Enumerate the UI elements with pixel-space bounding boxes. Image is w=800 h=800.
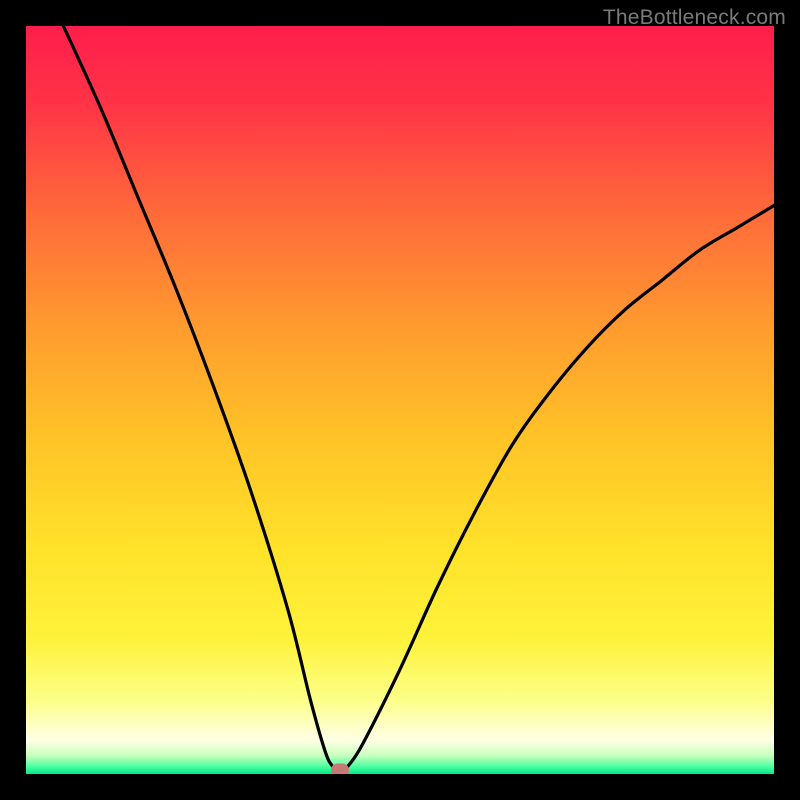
optimum-marker xyxy=(331,764,349,775)
plot-area xyxy=(26,26,774,774)
bottleneck-curve xyxy=(26,26,774,774)
chart-frame: TheBottleneck.com xyxy=(0,0,800,800)
watermark-text: TheBottleneck.com xyxy=(603,6,786,30)
